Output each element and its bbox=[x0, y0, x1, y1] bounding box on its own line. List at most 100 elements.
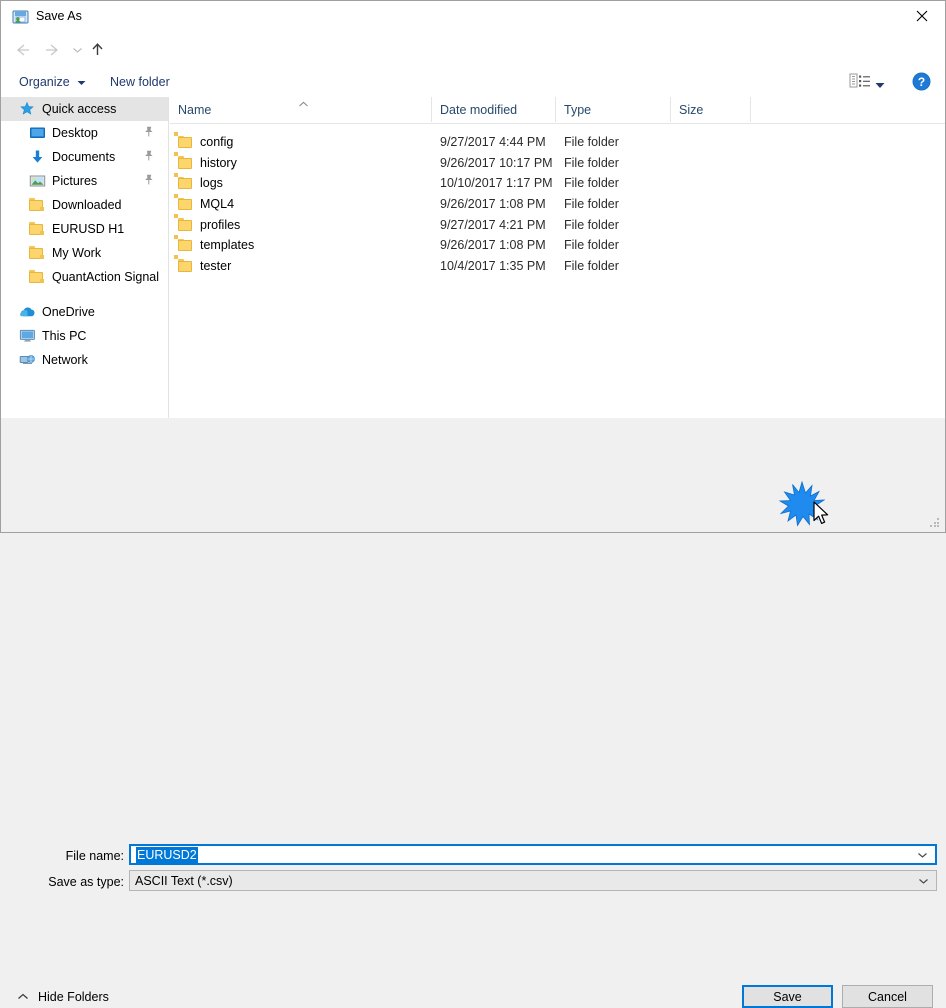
svg-text:?: ? bbox=[918, 75, 925, 89]
folder-icon bbox=[174, 214, 193, 231]
save-as-icon bbox=[12, 9, 29, 25]
row-date-cell: 10/10/2017 1:17 PM bbox=[440, 176, 553, 191]
row-type-cell: File folder bbox=[564, 258, 619, 273]
row-type-cell: File folder bbox=[564, 176, 619, 191]
view-options-icon[interactable] bbox=[849, 72, 871, 90]
column-label: Name bbox=[178, 102, 212, 117]
column-headers: Name Date modified Type Size bbox=[170, 97, 945, 124]
folder-icon bbox=[174, 255, 193, 272]
folder-icon bbox=[174, 131, 193, 149]
sidebar-item-label: OneDrive bbox=[42, 305, 95, 319]
sort-ascending-icon bbox=[298, 97, 309, 111]
chevron-down-icon[interactable] bbox=[67, 33, 87, 66]
row-name-label: MQL4 bbox=[200, 197, 235, 212]
column-header-name[interactable]: Name bbox=[170, 97, 432, 122]
sidebar-item-quick-access[interactable]: Quick access bbox=[1, 97, 168, 121]
save-button[interactable]: Save bbox=[742, 985, 833, 1008]
row-date-cell: 9/27/2017 4:44 PM bbox=[440, 135, 546, 150]
column-label: Type bbox=[564, 102, 592, 117]
file-list: Name Date modified Type Size config 9/27… bbox=[170, 97, 945, 418]
folder-icon bbox=[174, 172, 193, 190]
folder-icon bbox=[174, 193, 193, 211]
column-header-size[interactable]: Size bbox=[671, 97, 751, 122]
hide-folders-label: Hide Folders bbox=[38, 990, 109, 1004]
sidebar-item-this-pc[interactable]: This PC bbox=[1, 324, 168, 348]
navigation-pane: Quick access Desktop Documents Pictures … bbox=[1, 97, 169, 418]
navigation-bar: « Roaming › MetaQuotes › Terminal › 9155… bbox=[1, 33, 945, 93]
arrow-up-icon[interactable] bbox=[85, 33, 109, 66]
cancel-button[interactable]: Cancel bbox=[842, 985, 933, 1008]
resize-grip-icon[interactable] bbox=[930, 518, 939, 527]
sidebar-item-eurusd-h1[interactable]: EURUSD H1 bbox=[1, 217, 168, 241]
row-name-cell: tester bbox=[174, 255, 231, 277]
table-row[interactable]: MQL4 9/26/2017 1:08 PM File folder bbox=[170, 193, 945, 215]
arrow-right-icon[interactable] bbox=[39, 33, 65, 66]
sidebar-item-pictures[interactable]: Pictures bbox=[1, 169, 168, 193]
file-name-value: EURUSD2 bbox=[136, 846, 198, 863]
file-name-input[interactable]: EURUSD2 bbox=[129, 844, 937, 865]
row-name-cell: MQL4 bbox=[174, 193, 235, 215]
content-area: Quick access Desktop Documents Pictures … bbox=[1, 97, 945, 418]
onedrive-icon bbox=[19, 304, 36, 320]
table-row[interactable]: templates 9/26/2017 1:08 PM File folder bbox=[170, 234, 945, 256]
sidebar-item-label: QuantAction Signal bbox=[52, 270, 160, 284]
save-as-type-select[interactable]: ASCII Text (*.csv) bbox=[129, 870, 937, 891]
dialog-footer: Hide Folders Save Cancel bbox=[1, 490, 945, 1008]
column-header-type[interactable]: Type bbox=[556, 97, 671, 122]
folder-icon bbox=[174, 152, 193, 169]
network-icon bbox=[19, 352, 36, 368]
hide-folders-button[interactable]: Hide Folders bbox=[17, 990, 109, 1004]
row-date-cell: 9/27/2017 4:21 PM bbox=[440, 217, 546, 232]
folder-icon bbox=[174, 234, 193, 252]
help-icon[interactable]: ? bbox=[912, 72, 931, 91]
row-type-cell: File folder bbox=[564, 217, 619, 232]
pictures-icon bbox=[29, 173, 46, 189]
row-type-cell: File folder bbox=[564, 155, 619, 170]
sidebar-item-onedrive[interactable]: OneDrive bbox=[1, 300, 168, 324]
pin-icon[interactable] bbox=[144, 174, 154, 188]
table-row[interactable]: profiles 9/27/2017 4:21 PM File folder bbox=[170, 214, 945, 235]
row-name-cell: profiles bbox=[174, 214, 240, 235]
file-name-selected-text: EURUSD2 bbox=[136, 846, 198, 863]
close-icon[interactable] bbox=[899, 1, 945, 31]
file-name-label: File name: bbox=[65, 849, 124, 863]
chevron-down-icon[interactable] bbox=[917, 848, 928, 862]
star-pin-icon bbox=[19, 101, 36, 117]
pin-icon[interactable] bbox=[144, 150, 154, 164]
row-date-cell: 9/26/2017 1:08 PM bbox=[440, 238, 546, 253]
new-folder-button[interactable]: New folder bbox=[110, 66, 170, 97]
pin-icon[interactable] bbox=[144, 126, 154, 140]
view-caret-down-icon[interactable] bbox=[875, 78, 885, 92]
table-row[interactable]: tester 10/4/2017 1:35 PM File folder bbox=[170, 255, 945, 277]
save-as-type-label: Save as type: bbox=[48, 875, 124, 889]
sidebar-item-desktop[interactable]: Desktop bbox=[1, 121, 168, 145]
table-row[interactable]: config 9/27/2017 4:44 PM File folder bbox=[170, 131, 945, 153]
row-name-label: logs bbox=[200, 176, 223, 191]
row-name-cell: config bbox=[174, 131, 233, 153]
column-header-date-modified[interactable]: Date modified bbox=[432, 97, 556, 122]
folder-icon bbox=[29, 269, 46, 285]
save-as-type-value: ASCII Text (*.csv) bbox=[135, 873, 233, 888]
save-as-dialog: Save As « Roaming › MetaQuotes bbox=[0, 0, 946, 1008]
table-row[interactable]: logs 10/10/2017 1:17 PM File folder bbox=[170, 172, 945, 194]
sidebar-item-network[interactable]: Network bbox=[1, 348, 168, 372]
documents-icon bbox=[29, 149, 46, 165]
organize-label: Organize bbox=[19, 74, 70, 89]
sidebar-item-label: Pictures bbox=[52, 174, 98, 188]
sidebar-item-downloaded[interactable]: Downloaded bbox=[1, 193, 168, 217]
organize-button[interactable]: Organize bbox=[19, 66, 86, 97]
row-name-label: templates bbox=[200, 238, 255, 253]
arrow-left-icon[interactable] bbox=[9, 33, 35, 66]
sidebar-item-label: Documents bbox=[52, 150, 116, 164]
save-form: File name: EURUSD2 Save as type: ASCII T… bbox=[1, 418, 945, 891]
chevron-down-icon[interactable] bbox=[918, 874, 929, 888]
chevron-up-icon bbox=[17, 990, 29, 1004]
desktop-icon bbox=[29, 125, 46, 141]
table-row[interactable]: history 9/26/2017 10:17 PM File folder bbox=[170, 152, 945, 174]
sidebar-item-quantaction-signal[interactable]: QuantAction Signal bbox=[1, 265, 168, 289]
new-folder-label: New folder bbox=[110, 74, 170, 89]
sidebar-item-my-work[interactable]: My Work bbox=[1, 241, 168, 265]
row-type-cell: File folder bbox=[564, 238, 619, 253]
sidebar-item-documents[interactable]: Documents bbox=[1, 145, 168, 169]
folder-icon bbox=[29, 221, 46, 237]
